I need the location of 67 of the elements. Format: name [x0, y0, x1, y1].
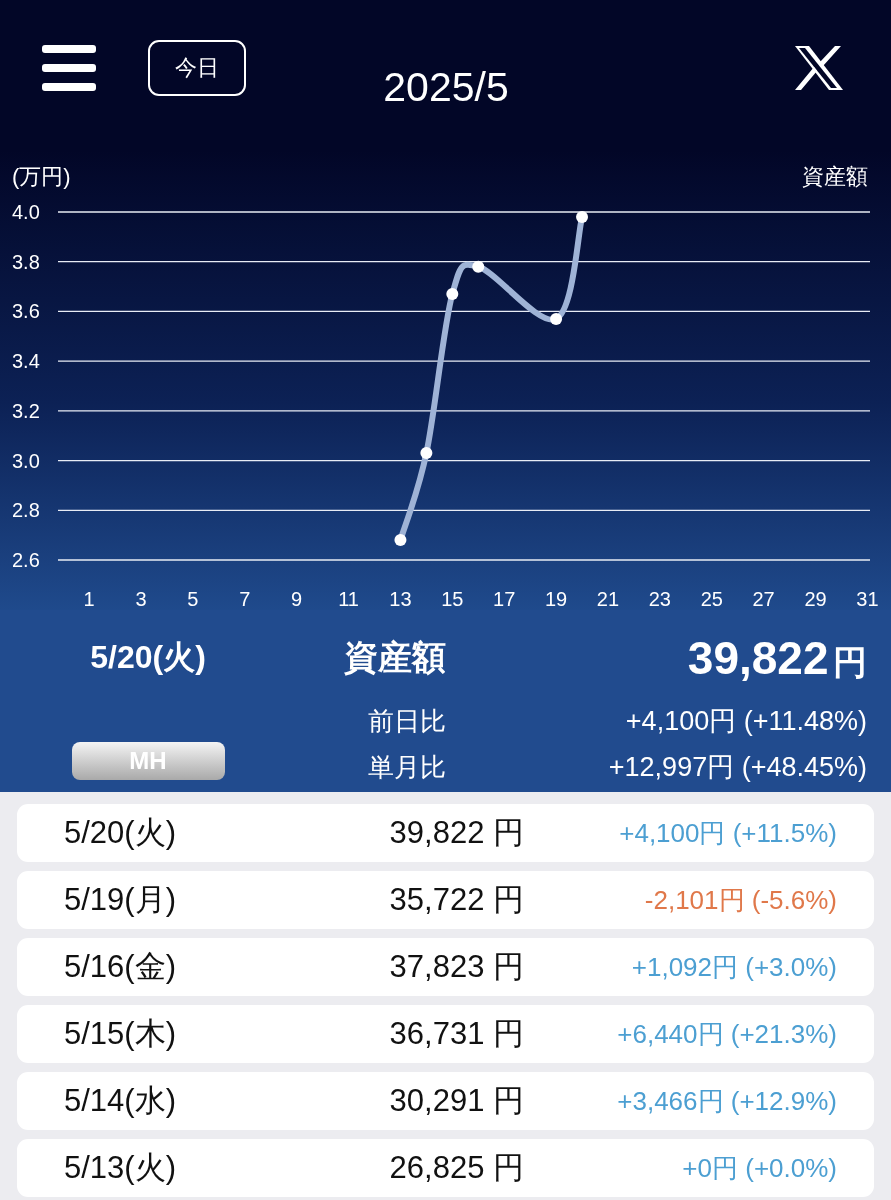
- menu-icon[interactable]: [42, 45, 96, 91]
- row-date: 5/16(金): [64, 948, 177, 986]
- row-amount: 26,825 円: [388, 1149, 524, 1187]
- month-title: 2025/5: [382, 64, 510, 111]
- selected-date: 5/20(火): [89, 638, 207, 677]
- y-axis-unit: (万円): [12, 164, 71, 189]
- x-tick-label: 17: [493, 588, 516, 610]
- history-row[interactable]: 5/15(木) 36,731 円 +6,440円 (+21.3%): [17, 1005, 874, 1063]
- row-date: 5/20(火): [64, 814, 177, 852]
- history-row[interactable]: 5/16(金) 37,823 円 +1,092円 (+3.0%): [17, 938, 874, 996]
- y-tick-label: 3.2: [12, 399, 40, 422]
- row-change: +4,100円 (+11.5%): [618, 816, 837, 850]
- x-tick-label: 21: [596, 588, 620, 610]
- comparison-value: +12,997円 (+48.45%): [607, 751, 867, 784]
- comparison-value: +4,100円 (+11.48%): [624, 705, 867, 738]
- comparison-label: 前日比: [367, 704, 446, 738]
- row-amount: 37,823 円: [388, 948, 524, 986]
- history-row[interactable]: 5/19(月) 35,722 円 -2,101円 (-5.6%): [17, 871, 874, 929]
- y-tick-label: 4.0: [12, 201, 40, 223]
- row-change: +1,092円 (+3.0%): [630, 950, 837, 984]
- data-point: [550, 312, 563, 325]
- x-tick-label: 7: [239, 588, 251, 610]
- row-change: +3,466円 (+12.9%): [616, 1084, 837, 1118]
- x-tick-label: 1: [83, 588, 95, 610]
- row-date: 5/15(木): [64, 1015, 177, 1053]
- x-logo-icon[interactable]: [795, 46, 843, 90]
- data-point: [472, 260, 485, 273]
- y-tick-label: 3.4: [12, 350, 40, 373]
- comparison-label: 単月比: [367, 750, 446, 784]
- x-tick-label: 15: [441, 588, 464, 610]
- row-date: 5/14(水): [64, 1082, 177, 1120]
- x-tick-label: 13: [389, 588, 412, 610]
- x-tick-label: 3: [135, 588, 147, 610]
- row-change: -2,101円 (-5.6%): [643, 883, 837, 917]
- series-legend: 資産額: [802, 164, 868, 189]
- row-date: 5/19(月): [64, 881, 177, 919]
- x-tick-label: 25: [700, 588, 723, 610]
- history-row[interactable]: 5/20(火) 39,822 円 +4,100円 (+11.5%): [17, 804, 874, 862]
- y-tick-label: 3.0: [12, 449, 40, 472]
- data-point: [576, 210, 589, 223]
- asset-amount: 39,822 円: [686, 630, 867, 686]
- row-amount: 36,731 円: [388, 1015, 524, 1053]
- x-tick-label: 11: [338, 588, 359, 610]
- x-tick-label: 9: [291, 588, 303, 610]
- history-row[interactable]: 5/14(水) 30,291 円 +3,466円 (+12.9%): [17, 1072, 874, 1130]
- data-point: [420, 447, 433, 460]
- today-button[interactable]: 今日: [148, 40, 246, 96]
- y-tick-label: 3.6: [12, 300, 40, 323]
- row-amount: 30,291 円: [388, 1082, 524, 1120]
- x-tick-label: 27: [752, 588, 775, 610]
- data-point: [446, 288, 459, 301]
- y-tick-label: 2.8: [12, 499, 40, 522]
- history-row[interactable]: 5/13(火) 26,825 円 +0円 (+0.0%): [17, 1139, 874, 1197]
- y-tick-label: 3.8: [12, 250, 40, 273]
- row-amount: 35,722 円: [388, 881, 524, 919]
- row-amount: 39,822 円: [388, 814, 524, 852]
- y-tick-label: 2.6: [12, 549, 40, 571]
- x-tick-label: 29: [804, 588, 827, 610]
- x-tick-label: 31: [856, 588, 879, 610]
- row-change: +0円 (+0.0%): [681, 1151, 837, 1185]
- x-tick-label: 19: [544, 588, 568, 610]
- x-tick-label: 5: [187, 588, 199, 610]
- row-change: +6,440円 (+21.3%): [616, 1017, 837, 1051]
- asset-label: 資産額: [343, 636, 446, 679]
- row-date: 5/13(火): [64, 1149, 177, 1187]
- x-tick-label: 23: [648, 588, 671, 610]
- data-point: [394, 534, 407, 547]
